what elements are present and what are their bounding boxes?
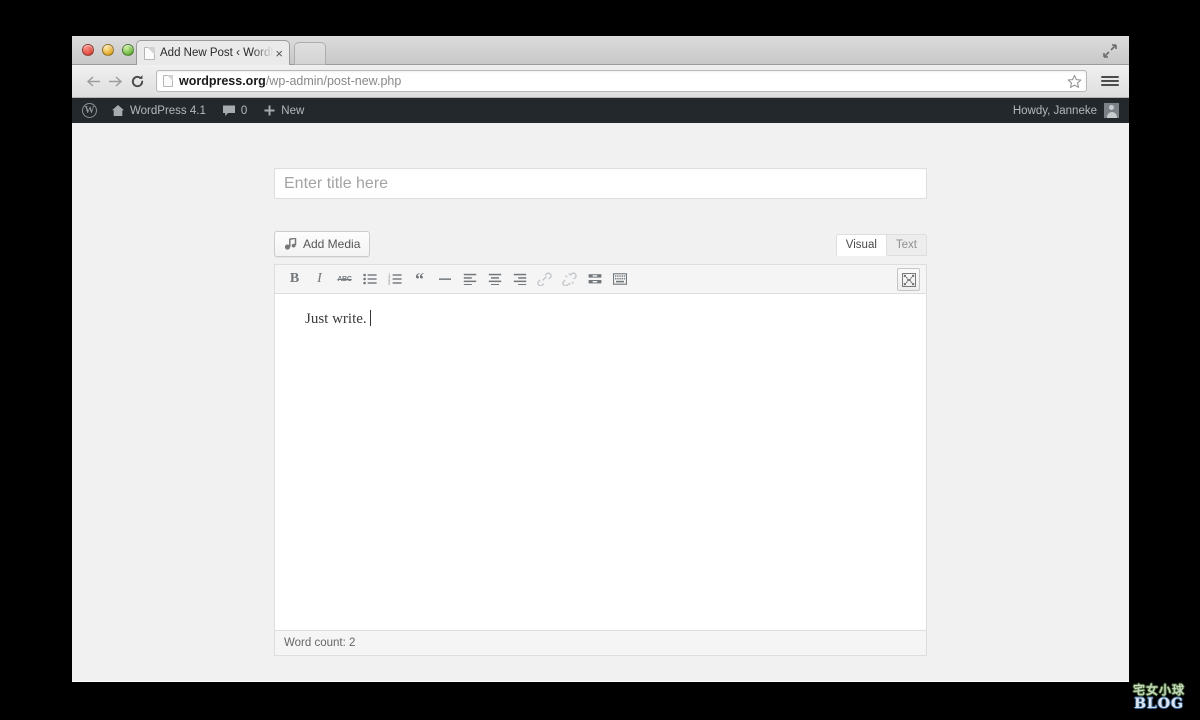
greeting-label: Howdy, Janneke [1012, 104, 1097, 117]
star-icon[interactable] [1067, 74, 1082, 89]
watermark-cjk-text: 宅女小球 [1132, 682, 1185, 697]
watermark-blog-text: BLOG [1134, 695, 1184, 712]
close-icon[interactable]: × [275, 47, 283, 60]
wp-admin-content: Enter title here Add Media Visual Text B… [72, 123, 1129, 681]
browser-tabstrip: Add New Post ‹ WordPress × [72, 36, 1129, 65]
browser-window: Add New Post ‹ WordPress × [72, 36, 1129, 682]
horizontal-rule-icon[interactable] [432, 268, 457, 290]
hamburger-menu-icon[interactable] [1101, 70, 1119, 92]
tab-visual[interactable]: Visual [835, 234, 887, 256]
address-path: /wp-admin/post-new.php [265, 74, 402, 88]
zoom-window-button[interactable] [122, 44, 134, 56]
text-caret [369, 310, 371, 326]
link-icon[interactable] [532, 268, 557, 290]
tab-text[interactable]: Text [886, 234, 927, 256]
unlink-icon[interactable] [557, 268, 582, 290]
add-media-button[interactable]: Add Media [274, 231, 371, 257]
distraction-free-writing-icon[interactable] [897, 268, 920, 291]
toggle-toolbar-icon[interactable] [607, 268, 632, 290]
unordered-list-icon[interactable] [357, 268, 382, 290]
media-icon [284, 237, 297, 251]
svg-text:3: 3 [388, 281, 391, 285]
word-count-label: Word count: 2 [284, 637, 356, 649]
plus-icon [264, 105, 275, 116]
editor-text: Just write. [305, 311, 367, 327]
post-editor-column: Enter title here Add Media Visual Text B… [274, 168, 927, 656]
home-icon [112, 105, 124, 116]
wp-logo-menu[interactable]: W [72, 98, 103, 123]
forward-button[interactable] [104, 70, 126, 92]
editor-content-area[interactable]: Just write. [275, 294, 926, 630]
address-bar[interactable]: wordpress.org/wp-admin/post-new.php [156, 70, 1087, 92]
maximize-arrows-icon[interactable] [1103, 44, 1117, 58]
account-menu[interactable]: Howdy, Janneke [1013, 103, 1129, 118]
italic-icon[interactable]: I [307, 268, 332, 290]
ordered-list-icon[interactable]: 1 2 3 [382, 268, 407, 290]
comments-menu[interactable]: 0 [214, 98, 255, 123]
align-right-icon[interactable] [507, 268, 532, 290]
window-traffic-lights [82, 44, 134, 56]
strikethrough-icon[interactable]: ABC [332, 268, 357, 290]
editor-media-row: Add Media Visual Text [274, 231, 927, 264]
new-content-menu[interactable]: New [255, 98, 312, 123]
wordpress-logo-icon: W [82, 103, 97, 118]
align-left-icon[interactable] [457, 268, 482, 290]
new-tab-button[interactable] [294, 42, 326, 65]
close-window-button[interactable] [82, 44, 94, 56]
page-icon [163, 75, 173, 87]
back-button[interactable] [82, 70, 104, 92]
avatar-icon [1104, 103, 1119, 118]
post-editor: Add Media Visual Text B I ABC 1 2 3 “ Ju… [274, 231, 927, 656]
page-icon [144, 46, 155, 60]
add-media-label: Add Media [303, 237, 361, 251]
address-domain: wordpress.org [179, 74, 266, 88]
comments-count: 0 [240, 104, 248, 117]
watermark-logo: 宅女小球 BLOG [1126, 680, 1192, 714]
site-name-menu[interactable]: WordPress 4.1 [103, 98, 214, 123]
new-content-label: New [281, 104, 305, 117]
bold-icon[interactable]: B [282, 268, 307, 290]
wp-admin-bar: W WordPress 4.1 0 New Howdy, Janneke [72, 98, 1129, 123]
post-title-input[interactable]: Enter title here [274, 168, 927, 199]
align-center-icon[interactable] [482, 268, 507, 290]
minimize-window-button[interactable] [102, 44, 114, 56]
browser-tab-active[interactable]: Add New Post ‹ WordPress × [136, 40, 290, 65]
browser-tab-title: Add New Post ‹ WordPress [160, 47, 273, 59]
site-name-label: WordPress 4.1 [130, 104, 206, 117]
reload-button[interactable] [126, 70, 148, 92]
read-more-icon[interactable] [582, 268, 607, 290]
editor-mode-tabs: Visual Text [835, 234, 927, 256]
editor-panel: B I ABC 1 2 3 “ Just write. Word count: … [274, 264, 927, 656]
editor-status-bar: Word count: 2 [275, 630, 926, 655]
comment-bubble-icon [222, 105, 235, 116]
editor-toolbar: B I ABC 1 2 3 “ [275, 265, 926, 294]
browser-toolbar: wordpress.org/wp-admin/post-new.php [72, 65, 1129, 98]
blockquote-icon[interactable]: “ [407, 268, 432, 290]
address-bar-text: wordpress.org/wp-admin/post-new.php [179, 74, 1067, 88]
